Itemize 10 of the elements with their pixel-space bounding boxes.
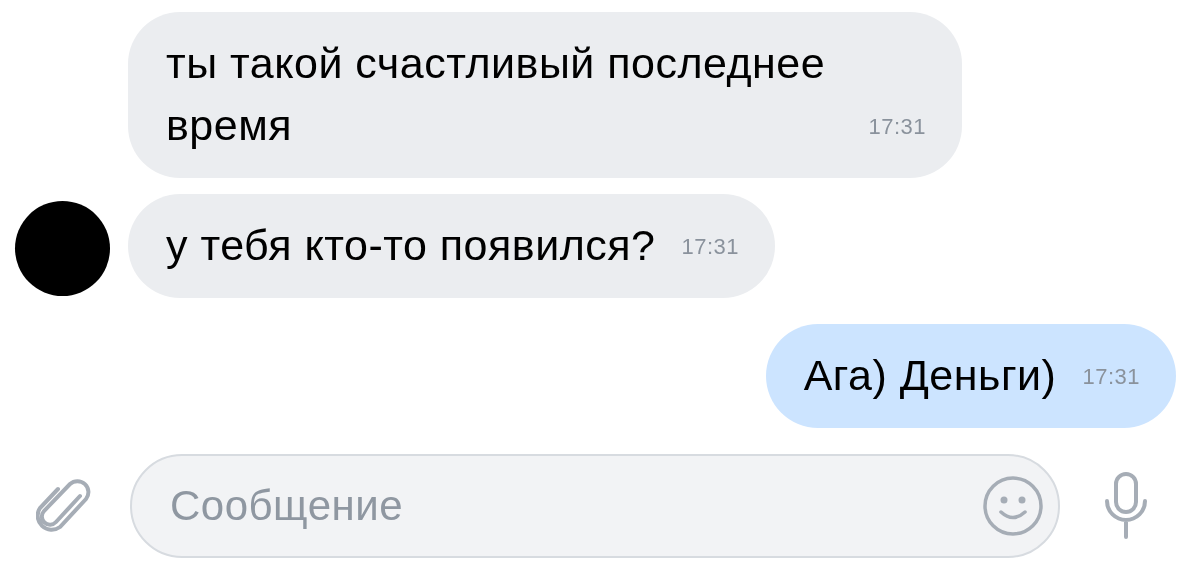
smiley-icon[interactable] <box>982 475 1044 537</box>
message-field[interactable]: Сообщение <box>130 454 1060 558</box>
message-input[interactable]: Сообщение <box>168 481 982 531</box>
message-text: ты такой счастливый последнее время <box>166 39 826 149</box>
message-time: 17:31 <box>681 233 740 261</box>
message-time: 17:31 <box>1082 363 1140 391</box>
message-time: 17:31 <box>868 113 926 141</box>
message-text: у тебя кто-то появился? <box>166 221 656 269</box>
microphone-icon[interactable] <box>1102 471 1150 541</box>
message-text: Ага) Деньги) <box>803 351 1057 399</box>
